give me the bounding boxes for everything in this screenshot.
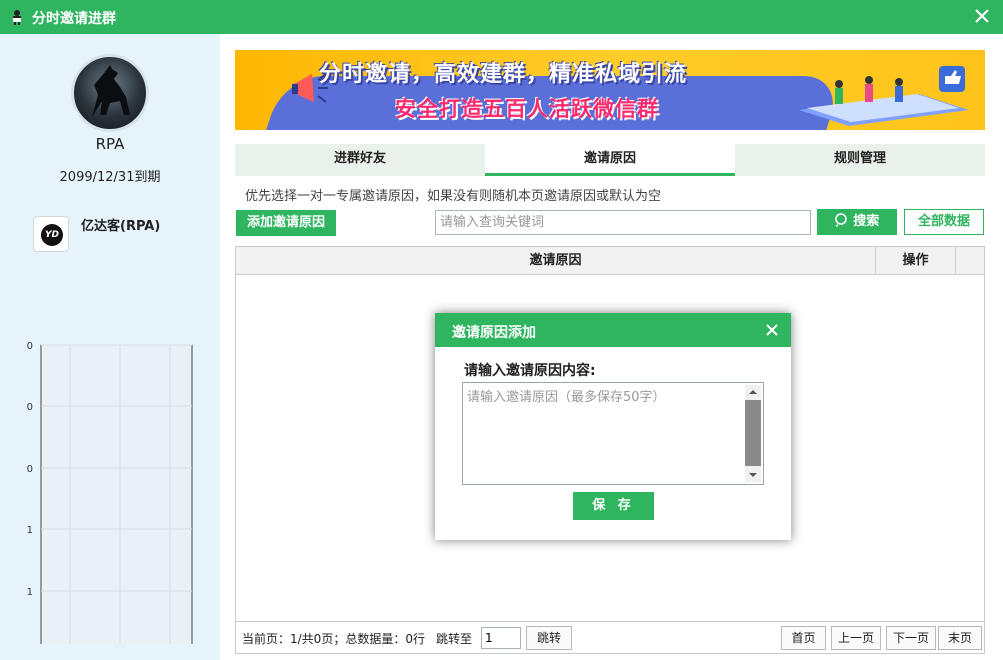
all-data-button[interactable]: 全部数据 (904, 209, 984, 235)
dialog-save-button[interactable]: 保 存 (573, 492, 654, 520)
chart-y-tick-label: 0 (27, 341, 33, 352)
pagination-bar: 当前页：1/共0页；总数据量：0行 跳转至 跳转 首页 上一页 下一页 末页 (235, 622, 985, 654)
search-input[interactable] (435, 210, 811, 235)
dialog-close-icon[interactable] (765, 323, 779, 337)
add-reason-dialog: 邀请原因添加 请输入邀请原因内容: 请输入邀请原因（最多保存50字） 保 存 (435, 313, 791, 540)
usage-chart-svg: 0001110已使用0有微信0无微信 (27, 341, 193, 644)
add-reason-button[interactable]: 添加邀请原因 (236, 210, 336, 236)
hint-text: 优先选择一对一专属邀请原因，如果没有则随机本页邀请原因或默认为空 (245, 189, 662, 204)
banner-line2: 安全打造五百人活跃微信群 (395, 97, 659, 121)
table-header: 邀请原因 操作 (236, 247, 984, 275)
tab-bar: 进群好友 邀请原因 规则管理 (235, 144, 985, 176)
scrollbar-thumb[interactable] (745, 400, 761, 466)
reason-textarea-placeholder: 请输入邀请原因（最多保存50字） (467, 390, 666, 405)
horse-avatar-icon (92, 65, 130, 117)
page-number-input[interactable] (481, 627, 521, 649)
chart-data-label: 0 (67, 643, 73, 644)
dialog-header: 邀请原因添加 (435, 313, 791, 347)
first-page-button[interactable]: 首页 (781, 626, 826, 650)
promo-banner: 分时邀请，高效建群，精准私域引流 安全打造五百人活跃微信群 (235, 50, 985, 130)
tab-rule-management[interactable]: 规则管理 (735, 144, 985, 176)
chart-data-label: 0 (117, 643, 123, 644)
close-icon[interactable] (973, 7, 991, 25)
user-name: RPA (95, 135, 125, 153)
chart-y-tick-label: 1 (27, 587, 33, 598)
page-info: 当前页：1/共0页；总数据量：0行 (242, 632, 425, 646)
banner-line1: 分时邀请，高效建群，精准私域引流 (319, 62, 688, 87)
search-button[interactable]: 搜索 (817, 209, 897, 235)
title-bar: 分时邀请进群 (0, 0, 1003, 34)
textarea-scrollbar[interactable] (745, 385, 761, 482)
chart-y-tick-label: 0 (27, 402, 33, 413)
column-header-operation[interactable]: 操作 (876, 247, 956, 275)
usage-chart: 0001110已使用0有微信0无微信 (0, 304, 220, 644)
prev-page-button[interactable]: 上一页 (831, 626, 881, 650)
sidebar: RPA 2099/12/31到期 YD 亿达客(RPA) 0001110已使用0… (0, 34, 220, 660)
jump-button[interactable]: 跳转 (526, 626, 572, 650)
reason-textarea[interactable]: 请输入邀请原因（最多保存50字） (462, 382, 764, 485)
search-button-label: 搜索 (853, 214, 880, 229)
next-page-button[interactable]: 下一页 (886, 626, 936, 650)
phone-illustration-icon (799, 66, 969, 126)
company-logo-text: YD (41, 224, 63, 246)
chart-y-tick-label: 1 (27, 525, 33, 536)
company-logo: YD (33, 216, 69, 252)
expire-date: 2099/12/31到期 (59, 170, 161, 185)
scroll-down-icon[interactable] (745, 470, 761, 480)
last-page-button[interactable]: 末页 (938, 626, 982, 650)
company-name: 亿达客(RPA) (81, 219, 161, 234)
app-icon (13, 10, 21, 25)
window-title: 分时邀请进群 (32, 11, 116, 27)
scroll-up-icon[interactable] (745, 387, 761, 397)
chart-data-label: 0 (167, 643, 173, 644)
jump-label: 跳转至 (436, 632, 473, 646)
dialog-label: 请输入邀请原因内容: (464, 363, 596, 379)
avatar (71, 54, 149, 132)
chart-y-tick-label: 0 (27, 464, 33, 475)
dialog-title: 邀请原因添加 (452, 325, 536, 341)
tab-invite-reasons[interactable]: 邀请原因 (485, 144, 735, 176)
column-header-reason[interactable]: 邀请原因 (236, 247, 876, 275)
search-icon (834, 213, 847, 227)
chart-plot-area (40, 344, 193, 644)
tab-group-friends[interactable]: 进群好友 (235, 144, 485, 176)
